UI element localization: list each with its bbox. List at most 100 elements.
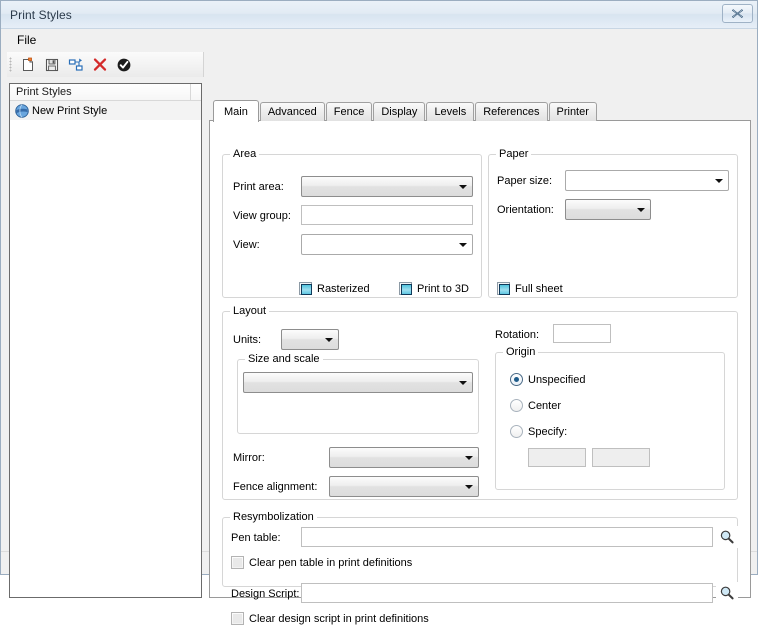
orientation-label: Orientation: xyxy=(497,204,554,216)
chevron-down-icon xyxy=(637,207,645,212)
tab-strip: Main Advanced Fence Display Levels Refer… xyxy=(209,99,751,122)
pen-table-label: Pen table: xyxy=(231,532,281,544)
new-print-style-button[interactable] xyxy=(16,53,40,76)
area-group-title: Area xyxy=(230,148,260,160)
checkbox-box xyxy=(299,282,312,295)
view-combo[interactable] xyxy=(301,234,473,255)
checkbox-box xyxy=(231,612,244,625)
checkbox-box xyxy=(231,556,244,569)
design-script-browse-button[interactable] xyxy=(716,582,738,604)
chevron-down-icon xyxy=(459,380,467,385)
print-styles-tree-panel: Print Styles New Print Style xyxy=(9,83,202,598)
tab-printer[interactable]: Printer xyxy=(548,102,597,121)
clear-pen-table-checkbox[interactable]: Clear pen table in print definitions xyxy=(231,556,412,569)
toolbar xyxy=(7,52,204,77)
tree-header-print-styles[interactable]: Print Styles xyxy=(10,86,190,98)
resymbolization-group-title: Resymbolization xyxy=(230,511,317,523)
tab-advanced[interactable]: Advanced xyxy=(259,102,325,121)
rotation-label: Rotation: xyxy=(495,329,540,341)
origin-y-input[interactable] xyxy=(592,448,650,467)
paper-size-label: Paper size: xyxy=(497,175,553,187)
rasterized-label: Rasterized xyxy=(317,282,370,295)
view-label: View: xyxy=(233,239,260,251)
apply-print-style-button[interactable] xyxy=(112,53,136,76)
tree-item-label: New Print Style xyxy=(32,104,108,117)
area-group: Area Print area: View group: View: Raste… xyxy=(222,148,482,298)
save-print-style-button[interactable] xyxy=(40,53,64,76)
radio-button-box xyxy=(510,399,523,412)
tree-item-new-print-style[interactable]: New Print Style xyxy=(10,101,201,120)
chevron-down-icon xyxy=(459,242,467,247)
fence-alignment-label: Fence alignment: xyxy=(233,481,318,493)
origin-unspecified-radio[interactable]: Unspecified xyxy=(510,373,585,386)
print-area-combo[interactable] xyxy=(301,176,473,197)
new-document-icon xyxy=(23,57,33,71)
origin-center-label: Center xyxy=(528,399,562,412)
print-to-3d-checkbox[interactable]: Print to 3D xyxy=(399,282,469,295)
pen-table-browse-button[interactable] xyxy=(716,526,738,548)
paper-group: Paper Paper size: Orientation: Full shee… xyxy=(488,148,738,298)
full-sheet-label: Full sheet xyxy=(515,282,563,295)
tree-header: Print Styles xyxy=(10,84,201,101)
paper-size-combo[interactable] xyxy=(565,170,729,191)
fence-alignment-combo[interactable] xyxy=(329,476,479,497)
orientation-combo[interactable] xyxy=(565,199,651,220)
tab-fence[interactable]: Fence xyxy=(325,102,373,121)
toolbar-grip[interactable] xyxy=(9,57,12,72)
design-script-label: Design Script: xyxy=(231,588,300,600)
menu-bar: File xyxy=(1,29,757,51)
tab-references[interactable]: References xyxy=(475,102,548,121)
origin-center-radio[interactable]: Center xyxy=(510,399,561,412)
origin-specify-label: Specify: xyxy=(528,425,568,438)
magnifier-icon xyxy=(720,530,734,544)
save-icon xyxy=(45,58,59,71)
close-icon xyxy=(732,9,743,18)
tab-levels[interactable]: Levels xyxy=(426,102,475,121)
delete-x-icon xyxy=(93,57,107,71)
tab-control: Main Advanced Fence Display Levels Refer… xyxy=(209,99,751,625)
chevron-down-icon xyxy=(465,455,473,460)
clear-design-script-label: Clear design script in print definitions xyxy=(249,612,429,625)
radio-button-box xyxy=(510,425,523,438)
tab-display[interactable]: Display xyxy=(373,102,426,121)
clear-pen-table-label: Clear pen table in print definitions xyxy=(249,556,413,569)
close-window-button[interactable] xyxy=(722,4,753,23)
magnifier-icon xyxy=(720,586,734,600)
chevron-down-icon xyxy=(325,337,333,342)
origin-specify-radio[interactable]: Specify: xyxy=(510,425,567,438)
layout-group-title: Layout xyxy=(230,305,270,317)
units-combo[interactable] xyxy=(281,329,339,350)
rename-print-style-button[interactable] xyxy=(64,53,88,76)
tab-page-main: Area Print area: View group: View: Raste… xyxy=(209,120,751,625)
rasterized-checkbox[interactable]: Rasterized xyxy=(299,282,370,295)
layout-group: Layout Units: Size and scale Mirror: Fen… xyxy=(222,305,738,500)
hierarchy-node-icon xyxy=(68,58,83,71)
mirror-combo[interactable] xyxy=(329,447,479,468)
origin-group-title: Origin xyxy=(503,346,539,358)
tab-main[interactable]: Main xyxy=(213,100,259,122)
menu-item-file[interactable]: File xyxy=(10,31,43,49)
checkbox-box xyxy=(399,282,412,295)
design-script-input[interactable] xyxy=(301,583,713,603)
size-and-scale-group: Size and scale xyxy=(237,353,479,434)
origin-group: Origin Unspecified Center Specify: xyxy=(495,346,725,490)
view-group-input[interactable] xyxy=(301,205,473,225)
origin-unspecified-label: Unspecified xyxy=(528,373,586,386)
tree-header-divider[interactable] xyxy=(190,84,191,100)
print-style-icon xyxy=(15,103,29,118)
origin-x-input[interactable] xyxy=(528,448,586,467)
clear-design-script-checkbox[interactable]: Clear design script in print definitions xyxy=(231,612,429,625)
units-label: Units: xyxy=(233,334,262,346)
print-area-label: Print area: xyxy=(233,181,284,193)
checkbox-box xyxy=(497,282,510,295)
paper-group-title: Paper xyxy=(496,148,532,160)
rotation-input[interactable] xyxy=(553,324,611,343)
size-and-scale-combo[interactable] xyxy=(243,372,473,393)
chevron-down-icon xyxy=(715,178,723,183)
pen-table-input[interactable] xyxy=(301,527,713,547)
chevron-down-icon xyxy=(465,484,473,489)
full-sheet-checkbox[interactable]: Full sheet xyxy=(497,282,563,295)
check-circle-icon xyxy=(117,58,131,71)
radio-button-box xyxy=(510,373,523,386)
delete-print-style-button[interactable] xyxy=(88,53,112,76)
